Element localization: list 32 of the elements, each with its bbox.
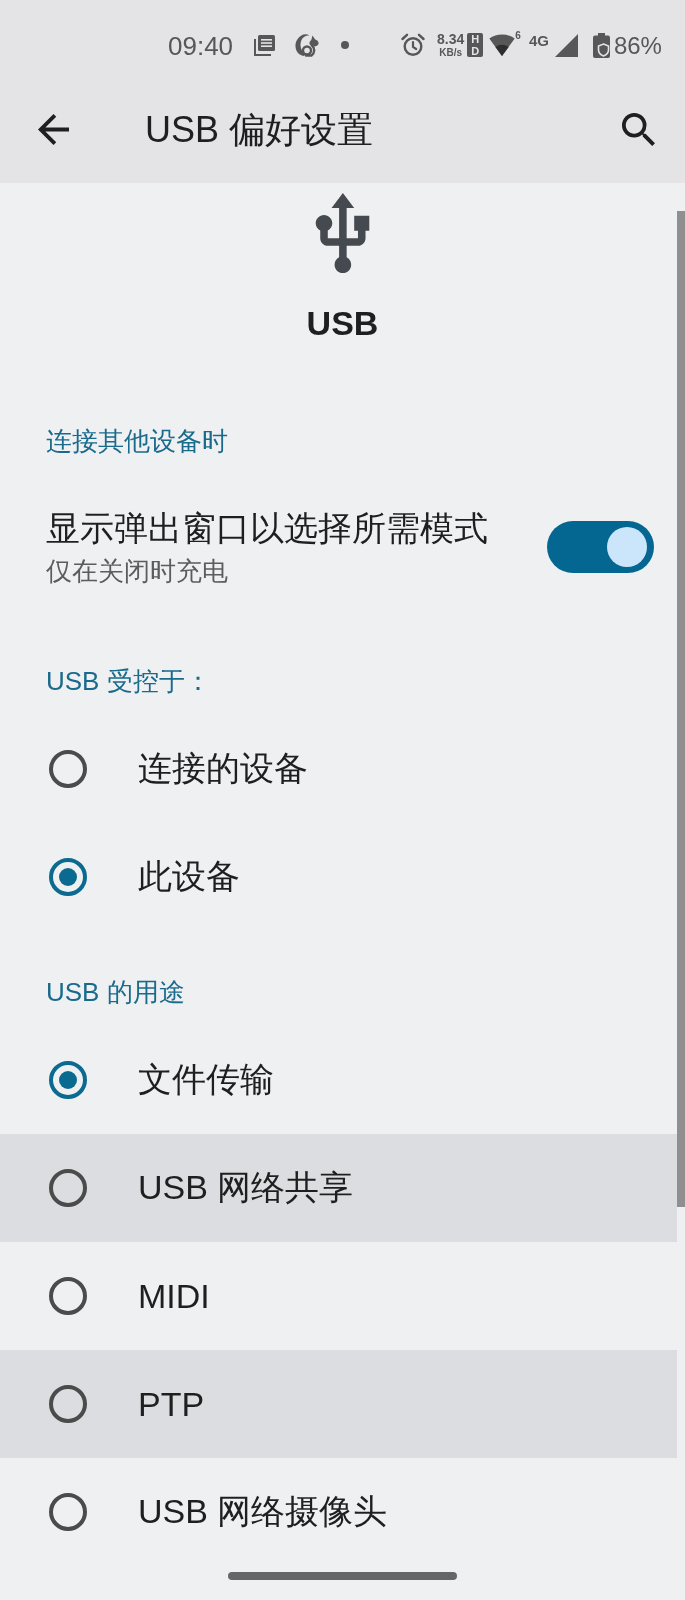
app-bar-title: USB 偏好设置 xyxy=(145,108,374,151)
radio-option[interactable]: 文件传输 xyxy=(0,1026,677,1134)
radio-option[interactable]: MIDI xyxy=(0,1242,677,1350)
header-title: USB xyxy=(306,303,379,343)
hd-badge: HD xyxy=(467,33,484,57)
search-icon[interactable] xyxy=(622,113,655,146)
squirrel-icon xyxy=(294,33,321,57)
network-type: 4G xyxy=(528,32,549,48)
status-time: 09:40 xyxy=(168,31,234,61)
section-header: 连接其他设备时 xyxy=(46,425,228,457)
dot-icon xyxy=(341,41,350,49)
alarm-icon xyxy=(401,33,426,57)
battery-level: 86% xyxy=(613,32,662,60)
wifi-icon xyxy=(489,34,516,56)
signal-icon xyxy=(554,33,578,57)
speed-unit: KB/s xyxy=(439,47,463,58)
section-header: USB 的用途 xyxy=(46,976,185,1008)
toggle-switch[interactable] xyxy=(547,521,654,573)
setting-summary: 仅在关闭时充电 xyxy=(46,556,228,586)
wifi-standard-label: 6 xyxy=(515,31,521,41)
radio-option[interactable]: USB 网络共享 xyxy=(0,1134,677,1242)
network-speed: 8.34 xyxy=(437,32,465,46)
radio-option[interactable]: USB 网络摄像头 xyxy=(0,1458,677,1566)
section-header: USB 受控于： xyxy=(46,665,211,697)
message-icon xyxy=(253,33,278,57)
back-icon[interactable] xyxy=(38,114,69,145)
radio-option[interactable]: 连接的设备 xyxy=(0,715,677,823)
setting-title: 显示弹出窗口以选择所需模式 xyxy=(46,508,488,548)
battery-icon xyxy=(592,32,610,58)
usb-icon xyxy=(315,193,370,273)
radio-option[interactable]: PTP xyxy=(0,1350,677,1458)
radio-option[interactable]: 此设备 xyxy=(0,823,677,931)
